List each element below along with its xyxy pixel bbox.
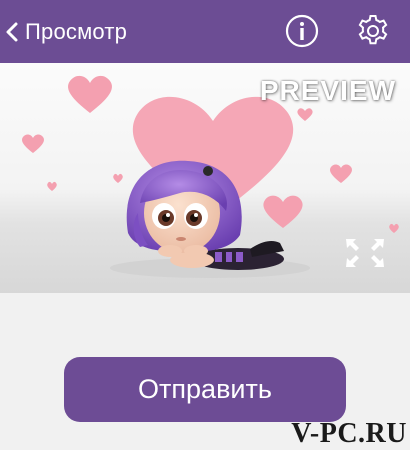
info-button[interactable] (285, 14, 319, 48)
expand-icon (346, 239, 384, 267)
screen-title: Просмотр (25, 18, 128, 44)
back-button[interactable]: Просмотр (0, 0, 150, 63)
gear-icon (358, 15, 388, 45)
app-header: Просмотр (0, 0, 410, 63)
fullscreen-button[interactable] (342, 236, 388, 270)
settings-button[interactable] (355, 13, 391, 49)
sticker-preview: PREVIEW (0, 63, 410, 293)
send-button[interactable]: Отправить (64, 357, 346, 422)
info-icon (285, 14, 319, 48)
chevron-left-icon (6, 22, 18, 41)
preview-badge: PREVIEW (259, 75, 396, 106)
watermark: V-PC.RU (291, 418, 407, 449)
